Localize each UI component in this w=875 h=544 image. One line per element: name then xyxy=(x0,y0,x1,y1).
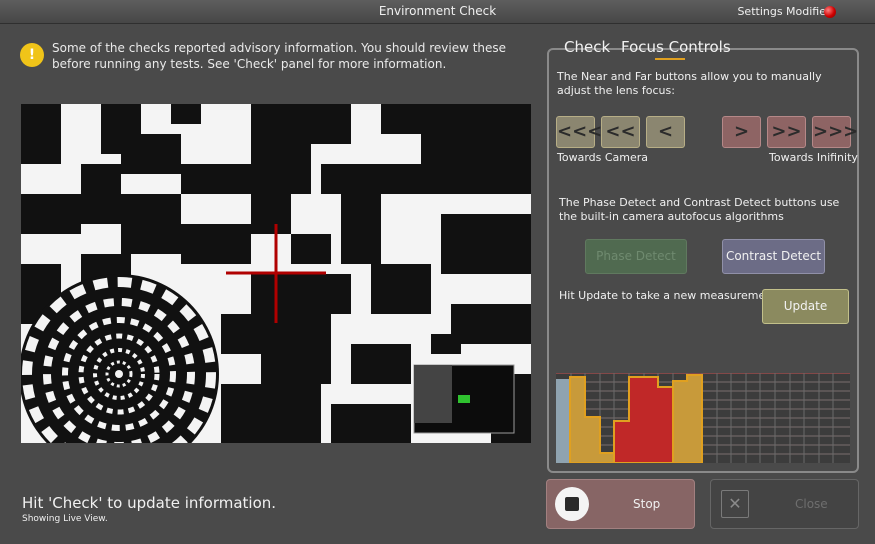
towards-infinity-label: Towards Inifinity xyxy=(769,151,858,164)
phase-detect-button[interactable]: Phase Detect xyxy=(585,239,687,274)
tab-check[interactable]: Check xyxy=(564,38,610,56)
towards-camera-label: Towards Camera xyxy=(557,151,649,164)
settings-status: Settings Modified xyxy=(737,5,833,18)
close-button[interactable]: ✕ Close xyxy=(710,479,859,529)
check-hint: Hit 'Check' to update information. xyxy=(22,494,277,512)
far-slow-button[interactable]: > xyxy=(722,116,761,148)
close-icon: ✕ xyxy=(721,490,749,518)
manual-focus-description: The Near and Far buttons allow you to ma… xyxy=(557,70,822,97)
stop-label: Stop xyxy=(633,497,661,511)
focus-measurement-graph xyxy=(556,372,850,464)
active-tab-indicator xyxy=(655,58,685,60)
contrast-detect-button[interactable]: Contrast Detect xyxy=(722,239,825,274)
stop-icon xyxy=(555,487,589,521)
update-description: Hit Update to take a new measurement. xyxy=(559,289,781,302)
near-fast-button[interactable]: <<< xyxy=(556,116,602,148)
update-button[interactable]: Update xyxy=(762,289,849,324)
tab-focus-controls[interactable]: Focus Controls xyxy=(621,38,731,56)
close-label: Close xyxy=(795,497,828,511)
autofocus-description: The Phase Detect and Contrast Detect but… xyxy=(559,196,840,223)
near-slow-button[interactable]: < xyxy=(646,116,685,148)
advisory-message: Some of the checks reported advisory inf… xyxy=(52,41,507,71)
status-indicator-icon xyxy=(824,6,836,18)
warning-icon: ! xyxy=(20,43,44,67)
far-fast-button[interactable]: >>> xyxy=(812,116,858,148)
stop-button[interactable]: Stop xyxy=(546,479,695,529)
near-medium-button[interactable]: << xyxy=(601,116,640,148)
live-view-status: Showing Live View. xyxy=(22,514,108,524)
far-medium-button[interactable]: >> xyxy=(767,116,806,148)
title-bar: Environment Check Settings Modified xyxy=(0,0,875,24)
live-view-image xyxy=(21,104,531,443)
stop-square xyxy=(565,497,579,511)
